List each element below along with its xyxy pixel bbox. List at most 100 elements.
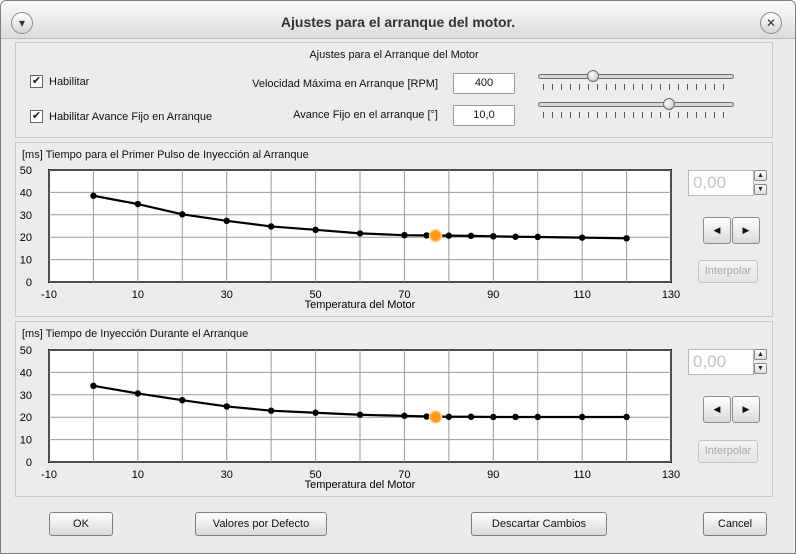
close-button[interactable]: ✕: [760, 12, 782, 34]
data-point: [623, 235, 630, 242]
interpolate-button[interactable]: Interpolar: [698, 260, 758, 283]
slider-track: [538, 102, 734, 107]
startup-settings-dialog: ▾ Ajustes para el arranque del motor. ✕ …: [0, 0, 796, 554]
x-tick-label: 30: [221, 289, 233, 301]
data-point: [534, 233, 541, 241]
data-point: [467, 232, 475, 240]
data-point: [179, 396, 186, 404]
data-point: [445, 232, 453, 239]
x-tick-label: 90: [487, 289, 499, 301]
max-speed-label: Velocidad Máxima en Arranque [RPM]: [252, 78, 438, 90]
y-tick-label: 50: [20, 345, 32, 357]
data-point: [134, 390, 142, 397]
data-point: [467, 413, 475, 420]
data-point: [179, 211, 186, 218]
y-tick-label: 0: [26, 457, 32, 469]
previous-point-button[interactable]: ◀: [703, 217, 731, 244]
x-tick-label: 130: [662, 469, 680, 481]
data-point: [90, 382, 97, 390]
slider-ticks: [543, 112, 729, 118]
data-point: [356, 230, 364, 237]
data-point: [534, 413, 541, 421]
data-point: [312, 409, 319, 416]
x-tick-label: 110: [573, 289, 591, 301]
selected-point-marker: [428, 228, 443, 243]
cranking-injection-chart-panel: [ms] Tiempo de Inyección Durante el Arra…: [15, 321, 773, 497]
fixed-advance-field[interactable]: 10,0: [453, 105, 515, 126]
data-point: [401, 412, 408, 420]
data-point: [312, 226, 319, 234]
arrow-left-icon: ◀: [713, 404, 721, 414]
data-point: [578, 234, 586, 241]
x-tick-label: 130: [662, 289, 680, 301]
discard-changes-button[interactable]: Descartar Cambios: [471, 512, 607, 536]
cranking-injection-chart[interactable]: 01020304050 -10 10 30 50 70 90 110 130 Temperat…: [16, 322, 686, 498]
data-point: [90, 192, 97, 199]
data-point: [134, 200, 142, 208]
fixed-advance-value-label: Avance Fijo en el arranque [°]: [293, 109, 438, 121]
slider-handle[interactable]: [586, 70, 599, 82]
data-point: [490, 233, 497, 240]
y-tick-label: 0: [26, 277, 32, 289]
data-point: [512, 233, 519, 240]
checkmark-icon: ✔: [31, 75, 42, 87]
settings-panel-title: Ajustes para el Arranque del Motor: [309, 49, 479, 61]
spin-down-button[interactable]: ▼: [754, 363, 767, 374]
data-point: [267, 407, 275, 414]
x-tick-label: 90: [487, 469, 499, 481]
x-tick-label: 10: [132, 289, 144, 301]
data-point: [223, 403, 230, 410]
data-point: [267, 223, 275, 230]
slider-track: [538, 74, 734, 79]
data-point: [578, 413, 586, 421]
caret-down-icon: ▼: [757, 186, 764, 193]
title-bar[interactable]: ▾ Ajustes para el arranque del motor. ✕: [1, 1, 795, 39]
data-point: [356, 411, 364, 418]
enable-checkbox[interactable]: ✔: [30, 75, 43, 88]
y-tick-label: 10: [20, 255, 32, 267]
x-tick-label: 110: [573, 469, 591, 481]
x-axis-label: Temperatura del Motor: [305, 479, 416, 491]
y-tick-label: 10: [20, 435, 32, 447]
selected-point-marker: [428, 410, 443, 424]
first-pulse-chart-panel: [ms] Tiempo para el Primer Pulso de Inye…: [15, 142, 773, 317]
spin-up-button[interactable]: ▲: [754, 349, 767, 360]
first-pulse-chart[interactable]: 01020304050 -10 10 30 50 70 90 110 130 Temperat…: [16, 143, 686, 318]
x-axis-label: Temperatura del Motor: [305, 299, 416, 311]
data-point: [490, 413, 497, 421]
next-point-button[interactable]: ▶: [732, 396, 760, 423]
data-point: [512, 413, 519, 421]
point-value-field[interactable]: 0,00: [688, 349, 754, 375]
fixed-advance-checkbox[interactable]: ✔: [30, 110, 43, 123]
caret-up-icon: ▲: [757, 172, 764, 179]
next-point-button[interactable]: ▶: [732, 217, 760, 244]
x-tick-label: -10: [41, 469, 57, 481]
y-axis: 0 10 20 30 40 50: [20, 165, 32, 289]
fixed-advance-checkbox-row[interactable]: ✔ Habilitar Avance Fijo en Arranque: [30, 110, 212, 123]
y-tick-label: 50: [20, 165, 32, 177]
enable-label: Habilitar: [49, 75, 90, 88]
y-tick-label: 40: [20, 187, 32, 199]
spin-up-button[interactable]: ▲: [754, 170, 767, 181]
arrow-right-icon: ▶: [742, 225, 750, 235]
max-speed-field[interactable]: 400: [453, 73, 515, 94]
caret-up-icon: ▲: [757, 351, 764, 358]
data-point: [401, 231, 408, 239]
slider-ticks: [543, 84, 729, 90]
y-tick-label: 20: [20, 412, 32, 424]
cancel-button[interactable]: Cancel: [703, 512, 767, 536]
y-axis: 0 10 20 30 40 50: [20, 345, 32, 469]
slider-handle[interactable]: [663, 98, 676, 110]
x-tick-label: 30: [221, 469, 233, 481]
ok-button[interactable]: OK: [49, 512, 113, 536]
caret-down-icon: ▼: [757, 365, 764, 372]
previous-point-button[interactable]: ◀: [703, 396, 731, 423]
restore-defaults-button[interactable]: Valores por Defecto: [195, 512, 327, 536]
enable-checkbox-row[interactable]: ✔ Habilitar: [30, 75, 89, 88]
y-tick-label: 40: [20, 367, 32, 379]
spin-down-button[interactable]: ▼: [754, 184, 767, 195]
data-point: [445, 413, 453, 420]
checkmark-icon: ✔: [31, 110, 42, 122]
interpolate-button[interactable]: Interpolar: [698, 440, 758, 463]
point-value-field[interactable]: 0,00: [688, 170, 754, 196]
